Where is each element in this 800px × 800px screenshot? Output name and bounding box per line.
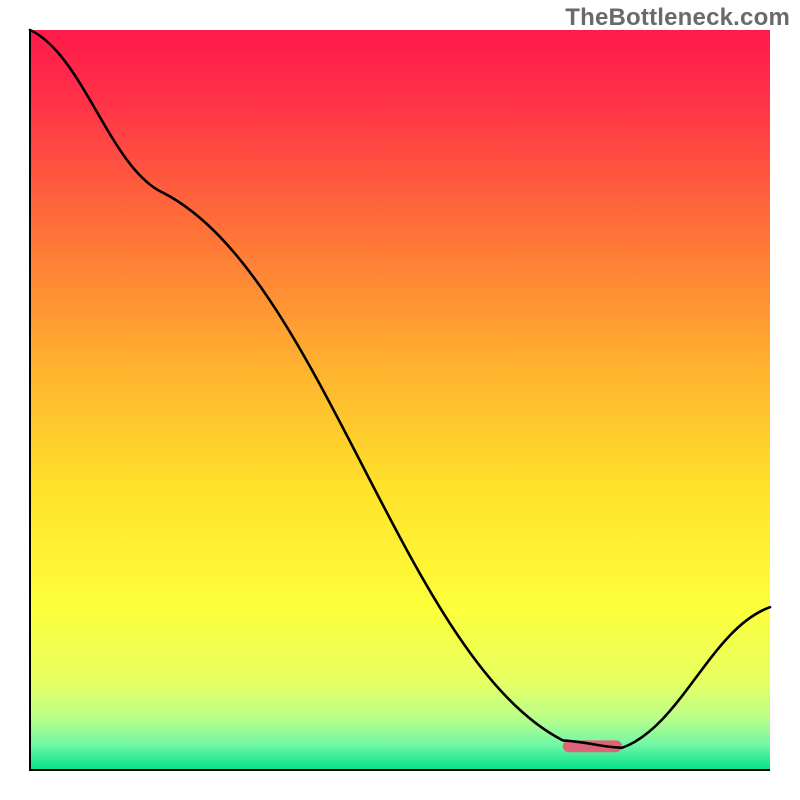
- chart-container: TheBottleneck.com: [0, 0, 800, 800]
- gradient-background: [30, 30, 770, 770]
- plot-area: [30, 30, 770, 770]
- bottleneck-chart: [0, 0, 800, 800]
- watermark-text: TheBottleneck.com: [565, 4, 790, 32]
